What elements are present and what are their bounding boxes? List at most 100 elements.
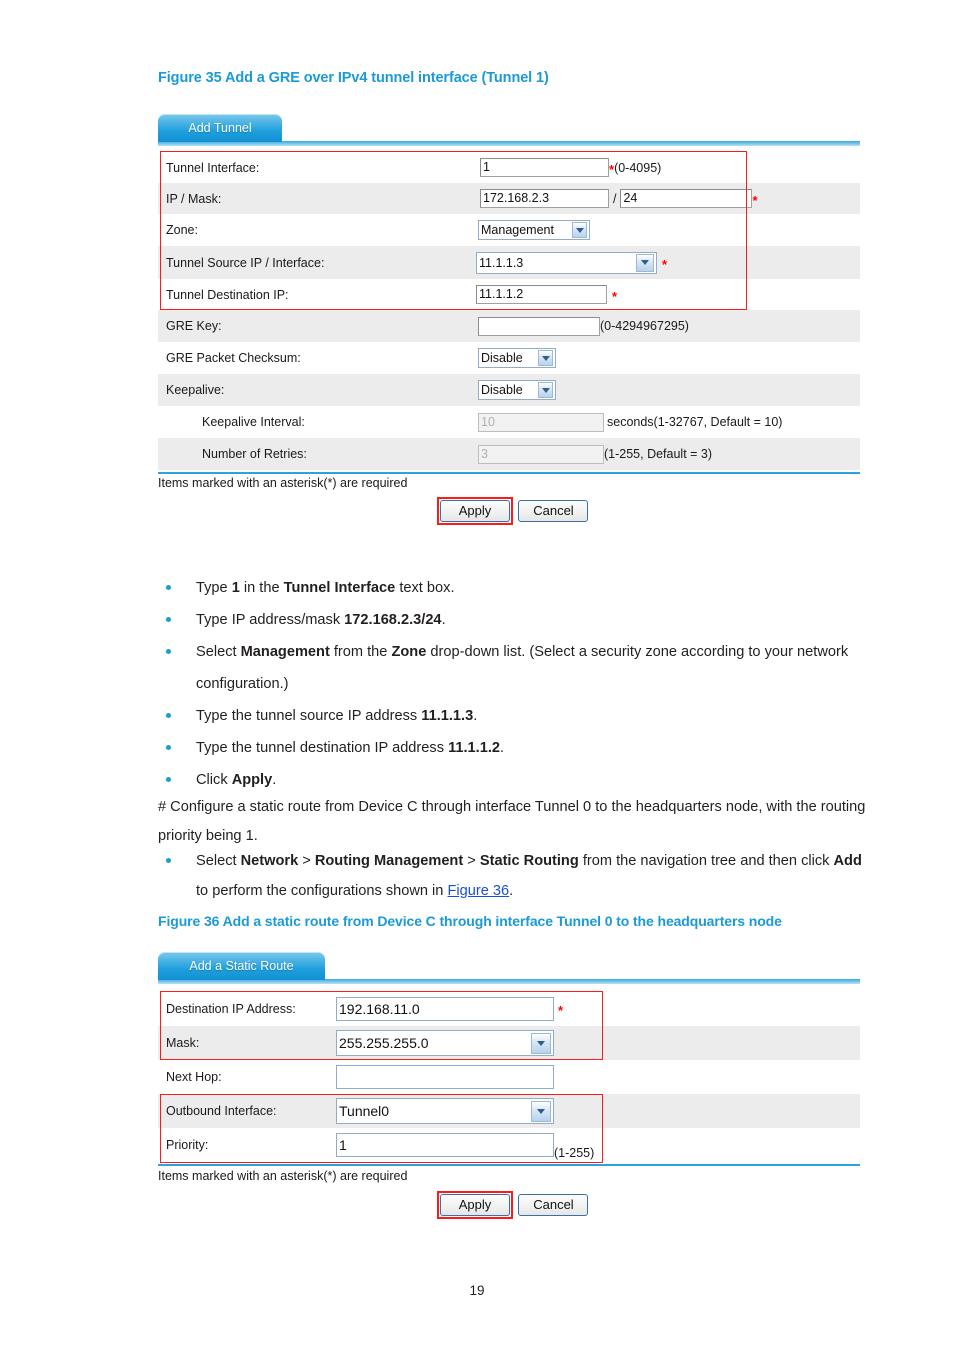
select-outbound-interface[interactable]: Tunnel0 [336,1098,554,1124]
label-keepalive: Keepalive: [166,383,225,397]
row-outbound-interface: Outbound Interface: Tunnel0 [158,1094,860,1128]
row-ip-mask: IP / Mask: 172.168.2.3 / 24 * [158,183,860,214]
input-destination-ip-address[interactable]: 192.168.11.0 [336,997,554,1021]
required-asterisk: * [752,192,758,208]
figure-35-caption: Figure 35 Add a GRE over IPv4 tunnel int… [158,70,549,86]
input-tunnel-interface[interactable]: 1 [480,158,609,177]
list-item: Select Management from the Zone drop-dow… [158,636,868,700]
step-text: Select Network > Routing Management > St… [196,853,862,899]
form-bottom-rule [158,472,860,474]
required-note-figure36: Items marked with an asterisk(*) are req… [158,1169,408,1183]
figure-36-caption: Figure 36 Add a static route from Device… [158,913,782,929]
chevron-down-icon[interactable] [636,253,654,272]
select-keepalive-value: Disable [481,383,523,397]
list-item: Type 1 in the Tunnel Interface text box. [158,572,868,604]
hint-priority: (1-255) [554,1146,595,1160]
figure35-buttons: Apply Cancel [440,500,589,522]
required-note-figure35: Items marked with an asterisk(*) are req… [158,476,408,490]
form-bottom-rule [158,1164,860,1166]
chevron-down-icon[interactable] [531,1100,551,1122]
label-tunnel-destination: Tunnel Destination IP: [166,287,289,302]
row-gre-key: GRE Key: (0-4294967295) [158,310,860,342]
row-zone: Zone: Management [158,214,860,246]
steps-list-2: Select Network > Routing Management > St… [158,846,868,906]
chevron-down-icon[interactable] [531,1032,551,1054]
label-keepalive-interval: Keepalive Interval: [202,415,305,429]
cancel-button[interactable]: Cancel [518,1194,589,1216]
step-text: Select Management from the Zone drop-dow… [196,644,849,692]
tab-row: Add Tunnel [158,110,860,146]
tab-add-a-static-route[interactable]: Add a Static Route [158,952,325,980]
list-item: Click Apply. [158,764,868,796]
row-tunnel-source: Tunnel Source IP / Interface: 11.1.1.3 * [158,246,860,279]
page-number: 19 [469,1283,485,1298]
row-tunnel-destination: Tunnel Destination IP: 11.1.1.2 * [158,279,860,310]
apply-button[interactable]: Apply [440,1194,510,1216]
select-gre-packet-checksum[interactable]: Disable [478,348,556,368]
figure36-buttons: Apply Cancel [440,1194,589,1216]
select-mask-value: 255.255.255.0 [339,1035,429,1051]
label-outbound-interface: Outbound Interface: [166,1104,277,1118]
document-page: Figure 35 Add a GRE over IPv4 tunnel int… [0,0,954,1350]
row-tunnel-interface: Tunnel Interface: 1 * (0-4095) [158,152,860,183]
hint-keepalive-interval: seconds(1-32767, Default = 10) [607,415,783,429]
step-text: Type the tunnel destination IP address 1… [196,740,505,756]
tab-add-a-static-route-label: Add a Static Route [189,959,294,973]
input-next-hop[interactable] [336,1065,554,1089]
label-ip-mask: IP / Mask: [166,191,222,206]
add-static-route-panel: Add a Static Route [158,948,860,984]
row-keepalive-interval: Keepalive Interval: 10 seconds(1-32767, … [158,406,860,438]
input-number-of-retries[interactable]: 3 [478,444,604,464]
label-number-of-retries: Number of Retries: [202,447,307,461]
select-keepalive[interactable]: Disable [478,380,556,400]
hint-gre-key: (0-4294967295) [600,319,689,333]
select-tunnel-source-ip-value: 11.1.1.3 [479,255,524,270]
select-gre-packet-checksum-value: Disable [481,351,523,365]
bullet-dot-icon [166,713,171,718]
row-gre-checksum: GRE Packet Checksum: Disable [158,342,860,374]
input-mask-length[interactable]: 24 [620,189,753,208]
add-tunnel-form: Tunnel Interface: 1 * (0-4095) IP / Mask… [158,152,860,470]
select-zone[interactable]: Management [478,220,590,240]
tab-add-tunnel-label: Add Tunnel [188,121,252,135]
cancel-button[interactable]: Cancel [518,500,589,522]
steps-list-1: Type 1 in the Tunnel Interface text box.… [158,572,868,796]
required-asterisk: * [609,161,615,177]
label-tunnel-interface: Tunnel Interface: [166,160,260,175]
required-asterisk: * [612,288,618,304]
chevron-down-icon[interactable] [538,382,553,398]
step-text: Click Apply. [196,772,277,788]
step-text: Type IP address/mask 172.168.2.3/24. [196,612,446,628]
bullet-dot-icon [166,858,171,863]
input-gre-key[interactable] [478,316,600,336]
row-destination-ip: Destination IP Address: 192.168.11.0 * [158,992,860,1026]
input-keepalive-interval[interactable]: 10 [478,412,604,432]
required-asterisk: * [558,1003,564,1018]
tab-row: Add a Static Route [158,948,860,984]
label-mask: Mask: [166,1036,200,1050]
row-keepalive: Keepalive: Disable [158,374,860,406]
label-destination-ip: Destination IP Address: [166,1002,296,1016]
select-zone-value: Management [481,223,554,237]
row-number-of-retries: Number of Retries: 3 (1-255, Default = 3… [158,438,860,470]
bullet-dot-icon [166,649,171,654]
label-zone: Zone: [166,223,198,237]
chevron-down-icon[interactable] [538,350,553,366]
label-gre-key: GRE Key: [166,319,222,333]
add-static-route-form: Destination IP Address: 192.168.11.0 * M… [158,992,860,1162]
input-priority[interactable]: 1 [336,1133,554,1157]
label-gre-checksum: GRE Packet Checksum: [166,351,301,365]
chevron-down-icon[interactable] [572,222,587,238]
tab-add-tunnel[interactable]: Add Tunnel [158,114,282,142]
select-mask[interactable]: 255.255.255.0 [336,1030,554,1056]
list-item: Select Network > Routing Management > St… [158,846,868,906]
list-item: Type the tunnel destination IP address 1… [158,732,868,764]
ip-mask-separator: / [613,191,617,206]
apply-button[interactable]: Apply [440,500,510,522]
label-tunnel-source: Tunnel Source IP / Interface: [166,255,325,270]
input-ip-address[interactable]: 172.168.2.3 [480,189,609,208]
list-item: Type the tunnel source IP address 11.1.1… [158,700,868,732]
select-tunnel-source-ip[interactable]: 11.1.1.3 [476,251,657,274]
bullet-dot-icon [166,745,171,750]
input-tunnel-destination-ip[interactable]: 11.1.1.2 [476,285,607,304]
